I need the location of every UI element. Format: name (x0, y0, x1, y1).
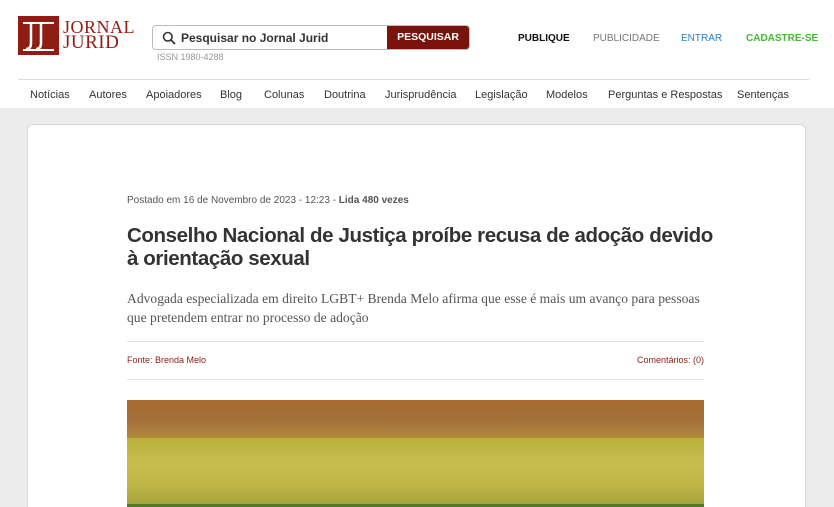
search-icon (162, 31, 176, 45)
search-input[interactable] (181, 26, 387, 49)
divider-top (127, 341, 704, 342)
hero-stripe-yellow (127, 438, 704, 504)
issn-label: ISSN 1980-4288 (157, 52, 224, 62)
nav-item-colunas[interactable]: Colunas (264, 89, 304, 101)
nav-item-jurisprudencia[interactable]: Jurisprudência (385, 89, 457, 101)
search-button[interactable]: PESQUISAR (387, 26, 469, 49)
article-subtitle: Advogada especializada em direito LGBT+ … (127, 291, 700, 325)
logo-emblem-icon (18, 16, 59, 55)
entrar-link[interactable]: ENTRAR (681, 33, 722, 44)
post-date: Postado em 16 de Novembro de 2023 - 12:2… (127, 195, 339, 206)
nav-item-legislacao[interactable]: Legislação (475, 89, 528, 101)
nav-item-noticias[interactable]: Notícias (30, 89, 70, 101)
article-hero-image (127, 400, 704, 507)
cadastre-link[interactable]: CADASTRE-SE (746, 33, 818, 44)
article-source-link[interactable]: Fonte: Brenda Melo (127, 355, 206, 365)
comments-link[interactable]: Comentários: (0) (637, 355, 704, 365)
nav-item-perguntas-respostas[interactable]: Perguntas e Respostas (608, 89, 722, 101)
nav-item-apoiadores[interactable]: Apoiadores (146, 89, 202, 101)
nav-item-autores[interactable]: Autores (89, 89, 127, 101)
nav-divider (18, 79, 809, 80)
nav-item-modelos[interactable]: Modelos (546, 89, 588, 101)
site-header: JORNAL JURID PESQUISAR ISSN 1980-4288 PU… (0, 0, 834, 108)
publique-link[interactable]: PUBLIQUE (518, 33, 570, 44)
hero-stripe-orange (127, 400, 704, 438)
divider-bottom (127, 379, 704, 380)
nav-item-blog[interactable]: Blog (220, 89, 242, 101)
read-count: Lida 480 vezes (338, 195, 409, 206)
article-meta: Postado em 16 de Novembro de 2023 - 12:2… (127, 195, 409, 206)
site-logo[interactable]: JORNAL JURID (18, 16, 135, 56)
nav-item-sentencas[interactable]: Sentenças (737, 89, 789, 101)
logo-wordmark: JORNAL JURID (63, 18, 135, 53)
search-bar: PESQUISAR (152, 25, 470, 50)
article-title: Conselho Nacional de Justiça proíbe recu… (127, 224, 713, 270)
publicidade-link[interactable]: PUBLICIDADE (593, 33, 660, 44)
nav-item-doutrina[interactable]: Doutrina (324, 89, 366, 101)
logo-line-2: JURID (63, 32, 120, 53)
